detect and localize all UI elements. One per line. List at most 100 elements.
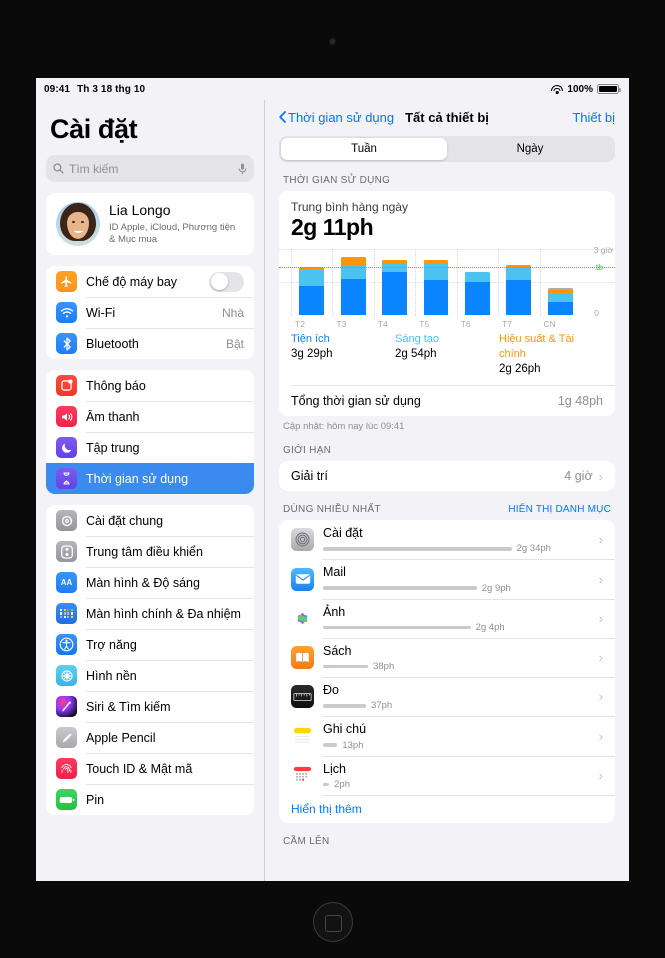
chevron-right-icon: › xyxy=(598,610,603,626)
app-usage-main: Sách 38ph xyxy=(323,643,584,672)
app-name: Ghi chú xyxy=(323,722,367,737)
back-button[interactable]: Thời gian sử dụng xyxy=(279,110,394,125)
usage-progress-bar xyxy=(323,625,471,630)
chart-bar-T5[interactable] xyxy=(415,249,456,316)
chart-bar-CN[interactable] xyxy=(539,249,581,316)
show-more-button[interactable]: Hiển thị thêm xyxy=(279,794,615,823)
limits-card[interactable]: Giải trí 4 giờ › xyxy=(279,461,615,492)
detail-scroll-area[interactable]: Tuần Ngày THỜI GIAN SỬ DỤNG Trung bình hà… xyxy=(265,134,629,881)
app-usage-row[interactable]: Ảnh 2g 4ph › xyxy=(279,598,615,638)
show-categories-button[interactable]: HIỂN THỊ DANH MỤC xyxy=(508,504,611,515)
sidebar-group-connectivity[interactable]: Chế độ máy bay Wi-Fi Nhà Bluetooth Bật xyxy=(46,266,254,360)
sidebar-item-siri-t-m-ki-m[interactable]: Siri & Tìm kiếm xyxy=(46,691,254,722)
app-usage-row[interactable]: Cài đặt 2g 34ph › xyxy=(279,520,615,559)
sidebar-item-bluetooth[interactable]: Bluetooth Bật xyxy=(46,328,254,359)
microphone-icon[interactable] xyxy=(238,163,247,175)
segment-ngày[interactable]: Ngày xyxy=(447,138,613,160)
stacked-bar xyxy=(506,265,532,315)
settings-sidebar[interactable]: Cài đặt Tìm kiếm Lia Longo ID Apple, iCl… xyxy=(36,100,264,881)
app-usage-row[interactable]: Đo 37ph › xyxy=(279,677,615,716)
bar-segment-2 xyxy=(340,256,366,266)
chart-xtick-T3: T3 xyxy=(336,319,347,329)
sidebar-group-system[interactable]: Thông báo Âm thanh Tập trung Thời gian sử d… xyxy=(46,370,254,495)
devices-button[interactable]: Thiết bị xyxy=(572,110,615,125)
books-app-icon xyxy=(291,646,314,670)
chart-bar-T2[interactable] xyxy=(291,249,332,316)
bluetooth-icon xyxy=(56,333,77,355)
stacked-bar xyxy=(423,260,449,315)
accessibility-icon xyxy=(56,634,77,656)
bar-segment-1 xyxy=(464,272,490,282)
segment-tuần[interactable]: Tuần xyxy=(281,138,447,160)
sidebar-item-m-n-h-nh-s-ng[interactable]: AA Màn hình & Độ sáng xyxy=(46,567,254,598)
notifications-icon xyxy=(56,375,77,397)
home-button[interactable] xyxy=(312,902,353,942)
app-usage-row[interactable]: Sách 38ph › xyxy=(279,637,615,677)
sidebar-item-apple-pencil[interactable]: Apple Pencil xyxy=(46,722,254,753)
bar-segment-1 xyxy=(547,293,573,303)
sidebar-item-ch-m-y-bay[interactable]: Chế độ máy bay xyxy=(46,266,254,297)
bar-segment-0 xyxy=(423,279,449,315)
bar-segment-0 xyxy=(506,279,532,315)
chart-bar-T3[interactable] xyxy=(332,249,373,316)
stacked-bar xyxy=(547,288,573,315)
hourglass-icon xyxy=(56,468,77,490)
legend-item-0: Tiện ích 3g 29ph xyxy=(291,332,395,377)
chart-xtick-T5: T5 xyxy=(419,319,430,329)
chevron-right-icon: › xyxy=(598,468,603,484)
sidebar-item-m-thanh[interactable]: Âm thanh xyxy=(46,401,254,432)
measure-app-icon xyxy=(291,685,314,709)
search-input[interactable]: Tìm kiếm xyxy=(46,155,254,182)
sidebar-item-wi-fi[interactable]: Wi-Fi Nhà xyxy=(46,297,254,328)
sidebar-item-c-i-t-chung[interactable]: Cài đặt chung xyxy=(46,505,254,536)
bar-segment-0 xyxy=(382,272,407,315)
limit-row-giải-trí[interactable]: Giải trí 4 giờ › xyxy=(279,461,615,491)
mail-app-icon xyxy=(291,567,314,591)
period-segmented-control[interactable]: Tuần Ngày xyxy=(279,136,615,162)
app-usage-main: Cài đặt 2g 34ph xyxy=(323,525,584,554)
gear-icon xyxy=(56,510,77,532)
apple-id-row[interactable]: Lia Longo ID Apple, iCloud, Phương tiện … xyxy=(46,193,254,255)
limit-label: Giải trí xyxy=(291,469,328,484)
chart-bar-T7[interactable] xyxy=(498,249,539,316)
usage-progress-bar xyxy=(323,586,477,590)
most-used-apps-card[interactable]: Cài đặt 2g 34ph › Mail 2g 9ph › Ảnh 2g 4ph › Sách… xyxy=(279,520,615,823)
sidebar-item-label: Thời gian sử dụng xyxy=(86,471,189,486)
bar-segment-0 xyxy=(299,286,325,315)
app-usage-row[interactable]: Mail 2g 9ph › xyxy=(279,559,615,598)
sidebar-item-tr-n-ng[interactable]: Trợ năng xyxy=(46,629,254,660)
touch-id-icon xyxy=(56,758,77,780)
status-bar: 09:41 Th 3 18 thg 10 100% xyxy=(36,78,629,100)
pencil-icon xyxy=(56,727,77,749)
bar-segment-0 xyxy=(340,278,366,315)
sidebar-item-t-p-trung[interactable]: Tập trung xyxy=(46,432,254,463)
sidebar-item-trung-t-m-i-u-khi-n[interactable]: Trung tâm điều khiển xyxy=(46,536,254,567)
chevron-right-icon: › xyxy=(598,728,603,744)
sidebar-item-m-n-h-nh-ch-nh-a-nhi-m[interactable]: Màn hình chính & Đa nhiệm xyxy=(46,598,254,629)
app-usage-row[interactable]: Lịch 2ph › xyxy=(279,755,615,795)
sidebar-group-general[interactable]: Cài đặt chung Trung tâm điều khiển AA Màn h… xyxy=(46,505,254,816)
app-usage-main: Lịch 2ph xyxy=(323,761,584,790)
chart-xtick-T4: T4 xyxy=(377,319,388,329)
notes-app-icon xyxy=(291,724,314,748)
sidebar-item-th-ng-b-o[interactable]: Thông báo xyxy=(46,370,254,401)
sidebar-item-pin[interactable]: Pin xyxy=(46,784,254,815)
chart-bar-T6[interactable] xyxy=(456,249,498,316)
app-name: Lịch xyxy=(323,761,346,776)
sidebar-item-label: Bluetooth xyxy=(86,336,139,351)
sidebar-item-th-i-gian-s-d-ng[interactable]: Thời gian sử dụng xyxy=(46,463,254,495)
bar-segment-0 xyxy=(464,281,490,315)
navigation-bar: Thời gian sử dụng Tất cả thiết bị Thiết … xyxy=(265,100,629,134)
account-card[interactable]: Lia Longo ID Apple, iCloud, Phương tiện … xyxy=(46,193,254,256)
stacked-bar xyxy=(340,256,366,315)
usage-bar-chart[interactable]: 3 giờ tb 0 xyxy=(279,245,615,318)
wallpaper-icon xyxy=(56,665,77,687)
limits-section-label: GIỚI HẠN xyxy=(283,445,332,457)
app-usage-row[interactable]: Ghi chú 13ph › xyxy=(279,716,615,755)
legend-item-2: Hiệu suất & Tài chính 2g 26ph xyxy=(499,332,603,377)
chart-bar-T4[interactable] xyxy=(373,249,415,316)
airplane-mode-toggle[interactable] xyxy=(209,271,244,292)
split-view: Cài đặt Tìm kiếm Lia Longo ID Apple, iCl… xyxy=(36,100,629,881)
sidebar-item-touch-id-m-t-m[interactable]: Touch ID & Mật mã xyxy=(46,753,254,784)
sidebar-item-h-nh-n-n[interactable]: Hình nền xyxy=(46,660,254,691)
